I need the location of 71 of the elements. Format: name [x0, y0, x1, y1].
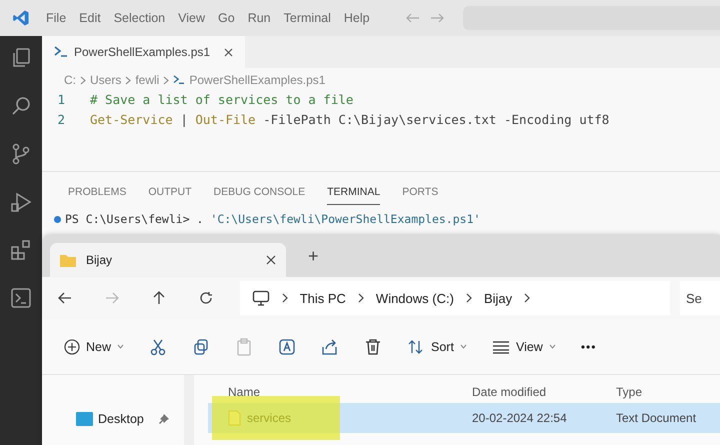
delete-icon[interactable] — [364, 338, 382, 356]
close-icon[interactable] — [224, 48, 234, 56]
status-dot-icon — [54, 216, 61, 222]
plus-icon — [64, 338, 80, 354]
menu-item[interactable]: Help — [344, 11, 370, 25]
chevron-icon — [80, 76, 86, 84]
sidebar-item[interactable]: Desktop — [42, 412, 184, 426]
address-segment[interactable]: Windows (C:) — [376, 290, 454, 306]
table-cell-text: 20-02-2024 22:54 — [471, 411, 568, 425]
address-bar[interactable]: This PC Windows (C:) Bijay — [240, 281, 670, 315]
rename-icon[interactable] — [278, 338, 296, 356]
app-logo-icon — [12, 9, 30, 27]
chevron-icon — [282, 293, 288, 303]
editor-tab[interactable]: PowerShellExamples.ps1 — [42, 36, 246, 68]
list-icon — [492, 340, 510, 354]
address-segment[interactable]: This PC — [300, 290, 346, 306]
desktop-icon — [76, 412, 93, 426]
computer-icon — [252, 290, 270, 306]
powershell-icon — [54, 46, 68, 58]
up-icon[interactable] — [153, 291, 166, 305]
cut-icon[interactable] — [149, 338, 168, 356]
caret-icon — [117, 344, 124, 349]
chevron-icon — [358, 293, 364, 303]
column-header[interactable]: Name — [208, 385, 464, 399]
extensions-icon[interactable] — [9, 238, 33, 262]
copy-icon[interactable] — [192, 338, 210, 356]
run-debug-icon[interactable] — [9, 190, 33, 214]
menu-item[interactable]: Go — [218, 11, 235, 25]
panel-tab[interactable]: DEBUG CONSOLE — [214, 186, 306, 205]
file-name: services — [247, 411, 292, 425]
column-header[interactable]: Date modified — [464, 385, 612, 399]
menu-item[interactable]: View — [178, 11, 206, 25]
chevron-icon — [524, 293, 530, 303]
refresh-icon[interactable] — [199, 291, 214, 305]
menu-item[interactable]: Terminal — [284, 11, 331, 25]
line-number: 1 — [56, 92, 66, 106]
share-icon[interactable] — [321, 338, 340, 356]
chevron-icon — [125, 76, 132, 84]
panel-tab[interactable]: PROBLEMS — [68, 186, 126, 205]
line-number: 2 — [56, 112, 66, 126]
code-line: # Save a list of services to a file — [90, 92, 354, 106]
pin-icon[interactable] — [159, 414, 169, 424]
code-line: Get-Service | Out-File -FilePath C:\Bijay\services.txt -Encoding utf8 — [90, 112, 610, 126]
explorer-tab[interactable]: Bijay — [50, 243, 286, 277]
address-segment[interactable]: Bijay — [484, 290, 512, 306]
chevron-icon — [163, 76, 170, 84]
terminal-icon[interactable] — [9, 286, 33, 310]
new-tab-button[interactable]: + — [308, 246, 319, 266]
panel-tab[interactable]: OUTPUT — [148, 186, 192, 205]
back-icon[interactable] — [58, 292, 72, 304]
menu-item[interactable]: Run — [248, 11, 271, 25]
column-header[interactable]: Type — [612, 385, 642, 399]
new-button[interactable]: New — [64, 338, 124, 354]
terminal-line: PS C:\Users\fewli> . 'C:\Users\fewli\PowerShellExamples.ps1' — [65, 212, 480, 226]
caret-icon — [548, 344, 556, 349]
chevron-icon — [466, 293, 472, 303]
sort-icon — [407, 338, 426, 354]
caret-icon — [460, 344, 467, 349]
menu-item[interactable]: Edit — [79, 11, 101, 25]
powershell-icon — [173, 75, 186, 85]
menu-item[interactable]: Selection — [114, 11, 166, 25]
close-icon[interactable] — [266, 255, 276, 265]
menu-item[interactable]: File — [46, 11, 66, 25]
panel-tab[interactable]: TERMINAL — [327, 186, 380, 205]
folder-icon — [60, 254, 76, 266]
more-button[interactable]: ••• — [580, 340, 596, 354]
panel-tab[interactable]: PORTS — [402, 186, 438, 205]
table-cell-text: Text Document — [615, 411, 696, 425]
view-button[interactable]: View — [492, 340, 556, 354]
sort-button[interactable]: Sort — [407, 338, 467, 354]
search-field[interactable]: Se — [680, 281, 720, 315]
